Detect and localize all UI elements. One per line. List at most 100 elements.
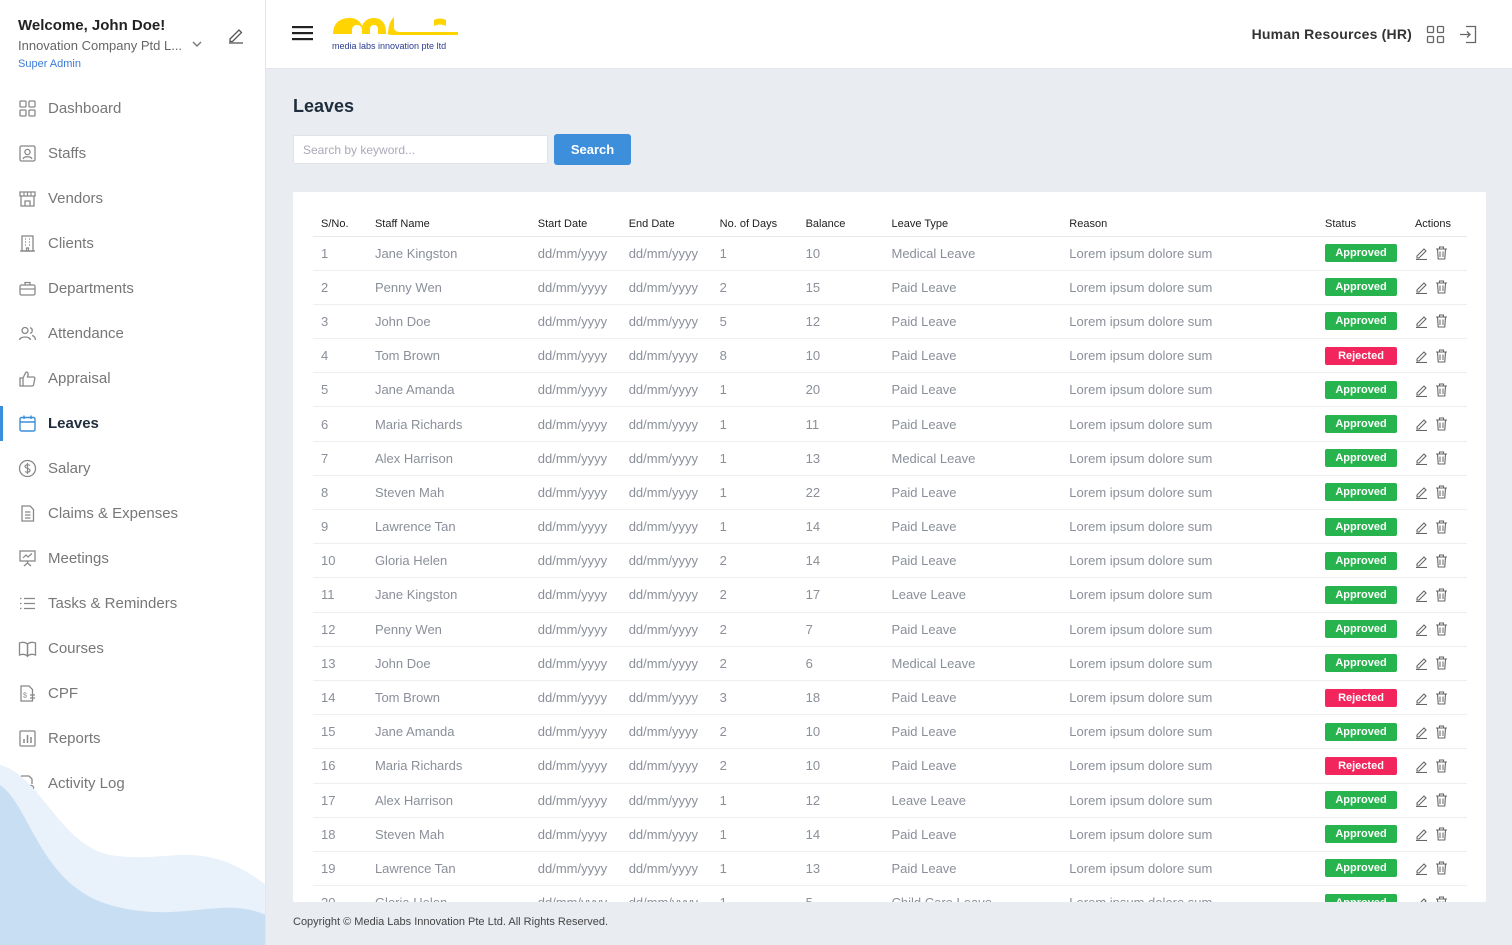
table-header-row: S/No. Staff Name Start Date End Date No. of … (313, 212, 1467, 237)
row-actions (1415, 280, 1467, 295)
delete-icon[interactable] (1435, 861, 1448, 876)
edit-icon[interactable] (1415, 656, 1428, 671)
edit-icon[interactable] (1415, 246, 1428, 261)
edit-icon[interactable] (1415, 759, 1428, 773)
row-actions (1415, 827, 1467, 842)
sidebar-item-attendance[interactable]: Attendance (0, 311, 265, 356)
delete-icon[interactable] (1435, 725, 1448, 739)
search-button[interactable]: Search (554, 134, 631, 165)
edit-icon[interactable] (1415, 554, 1428, 568)
row-actions (1415, 759, 1467, 773)
delete-icon[interactable] (1435, 622, 1448, 636)
status-badge: Approved (1325, 859, 1397, 878)
cell-start-date: dd/mm/yyyy (529, 714, 621, 750)
delete-icon[interactable] (1435, 417, 1448, 431)
sidebar-item-courses[interactable]: Courses (0, 626, 265, 671)
cell-leave-type: Leave Leave (883, 577, 1062, 613)
sidebar-item-tasks-reminders[interactable]: Tasks & Reminders (0, 581, 265, 626)
cell-sno: 11 (313, 577, 367, 613)
edit-icon[interactable] (1415, 896, 1428, 902)
edit-icon[interactable] (1415, 349, 1428, 363)
status-badge: Approved (1325, 585, 1397, 604)
search-input[interactable] (293, 135, 548, 164)
delete-icon[interactable] (1435, 690, 1448, 705)
cell-days: 2 (711, 577, 798, 613)
delete-icon[interactable] (1435, 349, 1448, 363)
delete-icon[interactable] (1435, 656, 1448, 670)
sidebar-item-departments[interactable]: Departments (0, 266, 265, 311)
sidebar-item-leaves[interactable]: Leaves (0, 401, 265, 446)
row-actions (1415, 622, 1467, 637)
chevron-down-icon[interactable] (192, 40, 202, 51)
table-row: 3 John Doe dd/mm/yyyy dd/mm/yyyy 5 12 Paid Lea… (313, 304, 1467, 340)
delete-icon[interactable] (1435, 383, 1448, 397)
cell-start-date: dd/mm/yyyy (529, 475, 621, 511)
edit-icon[interactable] (1415, 793, 1428, 808)
cell-status: Approved (1317, 612, 1407, 647)
header-col-days: No. of Days (711, 212, 798, 237)
delete-icon[interactable] (1435, 554, 1448, 568)
cell-sno: 5 (313, 372, 367, 408)
cell-staff-name: Lawrence Tan (366, 509, 530, 545)
thumbs-up-icon (18, 369, 37, 388)
edit-icon[interactable] (1415, 451, 1428, 466)
sidebar-item-salary[interactable]: Salary (0, 446, 265, 491)
edit-icon[interactable] (1415, 691, 1428, 705)
sidebar-item-label: Courses (48, 640, 104, 657)
cell-end-date: dd/mm/yyyy (620, 372, 712, 408)
status-badge: Approved (1325, 791, 1397, 810)
leaves-table: S/No. Staff Name Start Date End Date No. of … (313, 212, 1467, 902)
cell-leave-type: Paid Leave (883, 406, 1062, 442)
table-row: 19 Lawrence Tan dd/mm/yyyy dd/mm/yyyy 1 13 Pai… (313, 851, 1467, 887)
header-col-end-date: End Date (620, 212, 712, 237)
delete-icon[interactable] (1435, 520, 1448, 534)
cell-staff-name: John Doe (366, 646, 530, 681)
delete-icon[interactable] (1435, 280, 1448, 294)
sidebar-item-clients[interactable]: Clients (0, 221, 265, 266)
status-badge: Rejected (1325, 688, 1397, 707)
edit-profile-icon[interactable] (227, 26, 245, 44)
apps-grid-icon[interactable] (1426, 25, 1445, 44)
edit-icon[interactable] (1415, 280, 1428, 295)
edit-icon[interactable] (1415, 485, 1428, 500)
sidebar-item-vendors[interactable]: Vendors (0, 176, 265, 221)
edit-icon[interactable] (1415, 861, 1428, 876)
status-badge: Approved (1325, 893, 1397, 902)
status-badge: Approved (1325, 415, 1397, 434)
delete-icon[interactable] (1435, 485, 1448, 499)
sidebar-item-reports[interactable]: Reports (0, 716, 265, 761)
cell-reason: Lorem ipsum dolore sum (1061, 406, 1317, 442)
edit-icon[interactable] (1415, 622, 1428, 637)
edit-icon[interactable] (1415, 588, 1428, 603)
sidebar-item-dashboard[interactable]: Dashboard (0, 86, 265, 131)
delete-icon[interactable] (1435, 451, 1448, 465)
sidebar-item-cpf[interactable]: $ CPF (0, 671, 265, 716)
sidebar-item-claims-expenses[interactable]: Claims & Expenses (0, 491, 265, 536)
delete-icon[interactable] (1435, 314, 1448, 329)
edit-icon[interactable] (1415, 725, 1428, 739)
edit-icon[interactable] (1415, 520, 1428, 534)
delete-icon[interactable] (1435, 759, 1448, 773)
sidebar: Welcome, John Doe! Innovation Company Pt… (0, 0, 266, 945)
delete-icon[interactable] (1435, 246, 1448, 260)
cell-days: 1 (711, 851, 798, 887)
edit-icon[interactable] (1415, 314, 1428, 329)
edit-icon[interactable] (1415, 383, 1428, 397)
sidebar-item-staffs[interactable]: Staffs (0, 131, 265, 176)
delete-icon[interactable] (1435, 793, 1448, 807)
edit-icon[interactable] (1415, 417, 1428, 432)
delete-icon[interactable] (1435, 827, 1448, 841)
delete-icon[interactable] (1435, 588, 1448, 602)
edit-icon[interactable] (1415, 827, 1428, 842)
company-selector[interactable]: Innovation Company Ptd L... (18, 38, 247, 53)
cell-staff-name: Gloria Helen (366, 885, 530, 902)
sidebar-item-appraisal[interactable]: Appraisal (0, 356, 265, 401)
cell-end-date: dd/mm/yyyy (620, 783, 712, 818)
table-row: 13 John Doe dd/mm/yyyy dd/mm/yyyy 2 6 Medical … (313, 646, 1467, 681)
menu-icon[interactable] (292, 24, 314, 42)
document-icon (18, 504, 37, 523)
logout-icon[interactable] (1459, 25, 1478, 44)
cell-actions (1406, 783, 1467, 818)
delete-icon[interactable] (1435, 896, 1448, 902)
sidebar-item-meetings[interactable]: Meetings (0, 536, 265, 581)
